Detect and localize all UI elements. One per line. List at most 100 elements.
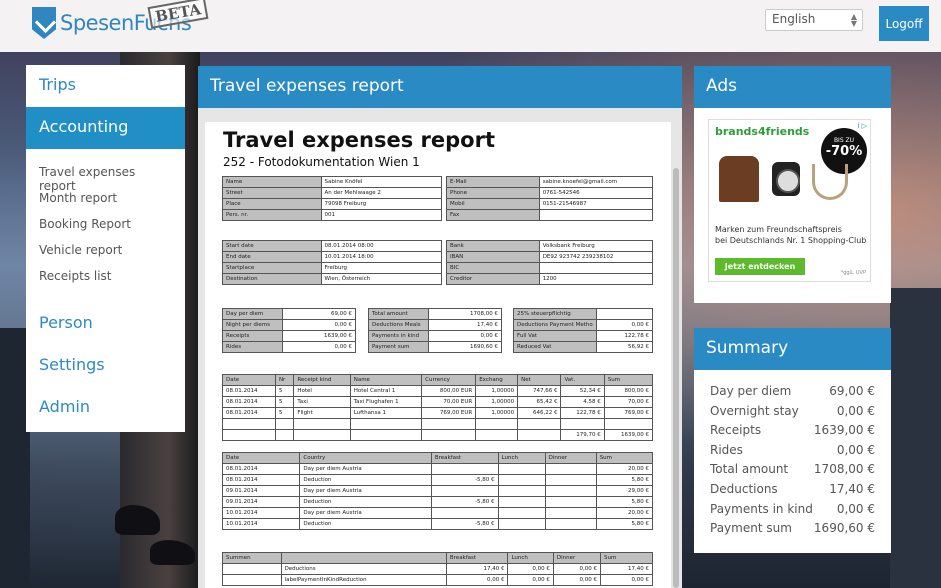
cell-label: Start date: [222, 240, 322, 252]
sidebar-item-admin[interactable]: Admin: [26, 387, 185, 429]
table-row: Start date 08.01.2014 08:00: [222, 240, 443, 252]
table-cell: [475, 418, 519, 430]
summary-panel-title: Summary: [694, 328, 891, 370]
sidebar-sub-receipts-list[interactable]: Receipts list: [26, 263, 185, 289]
column-header: Summen: [222, 552, 282, 564]
table-cell: [497, 507, 546, 519]
cell-value: 0,00 €: [427, 330, 503, 342]
sidebar-item-person[interactable]: Person: [26, 303, 185, 345]
table-cell: 08.01.2014: [222, 407, 276, 419]
cell-value: 1690,60 €: [427, 341, 503, 353]
table-row: Mobil 0151-21546987: [446, 198, 654, 210]
summary-row: Rides 0,00 €: [710, 443, 875, 462]
table-cell: [497, 474, 546, 486]
ad-info-icon[interactable]: i ▷: [857, 122, 867, 130]
advertisement[interactable]: brands4friends i ▷ BIS ZU -70% Marken zum…: [708, 119, 871, 282]
column-header: Date: [222, 374, 276, 386]
table-cell: Day per diem Austria: [299, 463, 432, 475]
table-cell: [274, 418, 295, 430]
table-cell: Hotel Central 1: [349, 385, 423, 397]
language-select[interactable]: English ▲ ▼: [765, 9, 863, 31]
per-diem-table: Date Country Breakfast Lunch Dinner Sum 08.01.…: [221, 452, 654, 530]
sidebar-sub-booking-report[interactable]: Booking Report: [26, 211, 185, 237]
sidebar-sub-travel-expenses-report[interactable]: Travel expenses report: [26, 159, 185, 193]
table-cell: [517, 429, 562, 441]
cell-label: Payment sum: [368, 341, 429, 353]
summary-row: Payments in kind 0,00 €: [710, 502, 875, 521]
column-header: Receipt kind: [293, 374, 351, 386]
summary-value: 0,00 €: [836, 403, 875, 418]
sum-table-3: 25% steuerpflichtig Deductions Payment Me…: [513, 308, 654, 353]
table-cell: 1,00000: [475, 407, 519, 419]
table-row: 10.01.2014 Day per diem Austria 20,00 €: [221, 507, 654, 519]
summary-row: Day per diem 69,00 €: [710, 384, 875, 403]
table-cell: 65,42 €: [517, 396, 562, 408]
cell-label: End date: [222, 251, 322, 263]
table-cell: [517, 418, 562, 430]
table-row: 09.01.2014 Deduction -5,80 € 5,80 €: [221, 496, 654, 508]
sidebar-item-accounting[interactable]: Accounting: [26, 107, 185, 149]
column-header: Sum: [595, 452, 654, 464]
table-cell: -5,80 €: [430, 518, 499, 530]
table-row: Bank Volksbank Freiburg: [446, 240, 654, 252]
cell-value: 1639,00 €: [281, 330, 357, 342]
cell-label: Full Vat: [513, 330, 597, 342]
cell-label: Name: [222, 176, 322, 188]
table-row: Fax: [446, 209, 654, 221]
table-cell: 20,00 €: [595, 507, 654, 519]
table-cell: 0,00 €: [507, 574, 554, 586]
ad-cta-button[interactable]: Jetzt entdecken: [715, 258, 805, 275]
table-cell: 5: [274, 385, 295, 397]
necklace-image: [812, 164, 848, 200]
cell-label: Total amount: [368, 308, 429, 320]
cell-value: Freiburg: [320, 262, 443, 274]
sidebar-item-trips[interactable]: Trips: [26, 65, 185, 107]
summary-value: 1708,00 €: [813, 462, 875, 477]
cell-value: 10.01.2014 18:00: [320, 251, 443, 263]
table-cell: [497, 518, 546, 530]
table-cell: [222, 563, 282, 575]
table-cell: [603, 418, 654, 430]
person-table: Name Sabine Knöfel Street An der Mehlwaage …: [222, 176, 443, 221]
cell-label: Street: [222, 187, 322, 199]
table-cell: Deduction: [299, 496, 432, 508]
table-cell: 09.01.2014: [221, 496, 301, 508]
table-cell: [222, 574, 282, 586]
cell-value: sabine.knoefel@gmail.com: [538, 176, 654, 188]
cell-label: IBAN: [446, 251, 540, 263]
summary-label: Receipts: [710, 423, 762, 438]
summary-label: Deductions: [710, 482, 778, 496]
table-cell: [497, 496, 546, 508]
report-scrollbar[interactable]: [673, 168, 679, 588]
table-cell: Deduction: [299, 474, 432, 486]
sidebar-item-settings[interactable]: Settings: [26, 345, 185, 387]
report-viewer[interactable]: Travel expenses report 252 - Fotodokumen…: [198, 108, 682, 588]
cell-label: Receipts: [222, 330, 283, 342]
table-row: 09.01.2014 Day per diem Austria 29,00 €: [221, 485, 654, 497]
table-cell: Flight: [293, 407, 351, 419]
summary-row: Overnight stay 0,00 €: [710, 404, 875, 423]
cell-value: [595, 308, 654, 320]
table-cell: 1,00000: [475, 396, 519, 408]
cell-label: Day per diem: [222, 308, 283, 320]
cell-value: An der Mehlwaage 2: [320, 187, 443, 199]
column-header: Breakfast: [445, 552, 509, 564]
table-cell: [274, 429, 295, 441]
cell-label: BIC: [446, 262, 540, 274]
table-cell: 70,00 €: [603, 396, 654, 408]
table-cell: [421, 418, 477, 430]
table-cell: [421, 429, 477, 441]
logoff-button[interactable]: Logoff: [879, 6, 929, 41]
table-row: 08.01.2014 5 Taxi Taxi Flughafen 1 70,00 EUR…: [222, 396, 654, 408]
table-cell: -5,80 €: [430, 474, 499, 486]
cell-label: Rides: [222, 341, 283, 353]
table-row: Name Sabine Knöfel: [222, 176, 443, 188]
cell-value: 0,00 €: [281, 341, 357, 353]
column-header: Currency: [421, 374, 477, 386]
column-header: Date: [221, 452, 301, 464]
table-cell: 09.01.2014: [221, 485, 301, 497]
table-cell: 0,00 €: [445, 574, 509, 586]
table-cell: [293, 429, 351, 441]
cell-value: Volksbank Freiburg: [538, 240, 654, 252]
sidebar-sub-vehicle-report[interactable]: Vehicle report: [26, 237, 185, 263]
